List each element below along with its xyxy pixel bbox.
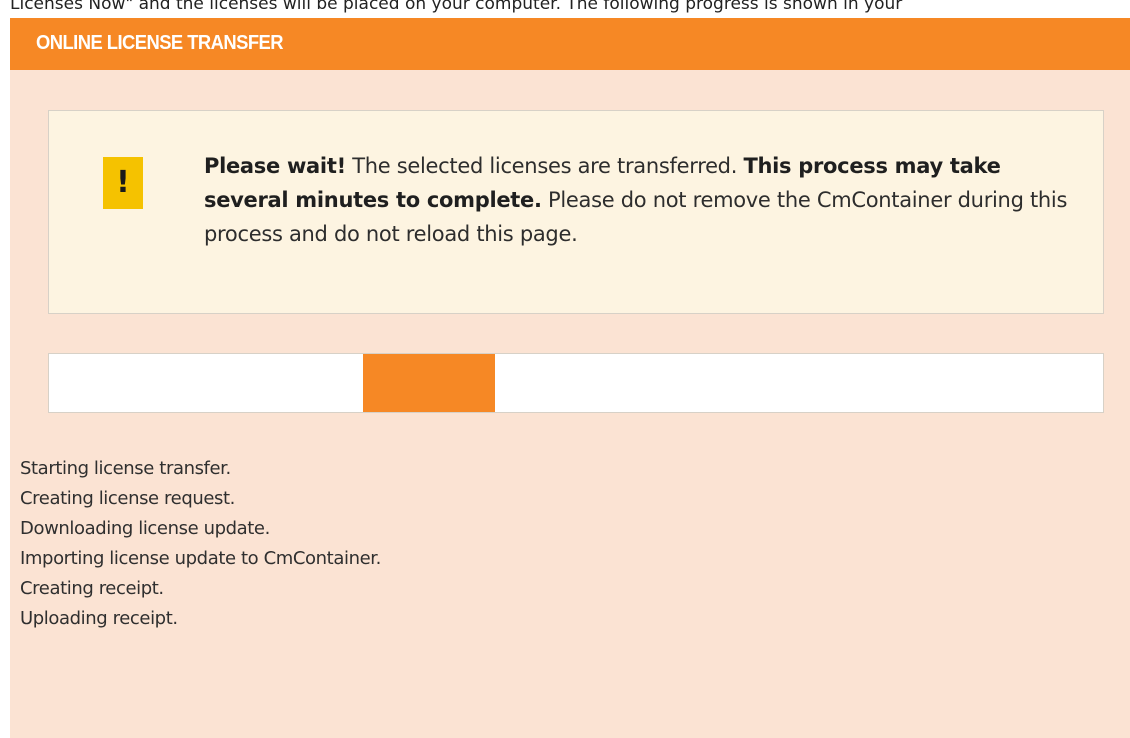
transfer-log: Starting license transfer. Creating lice… [20,454,381,634]
log-line: Importing license update to CmContainer. [20,548,381,569]
log-line: Creating receipt. [20,578,164,599]
transfer-progress-bar [48,353,1104,413]
panel-header: ONLINE LICENSE TRANSFER [10,18,1130,70]
panel-title: ONLINE LICENSE TRANSFER [36,32,284,54]
log-line: Starting license transfer. [20,458,231,479]
license-transfer-panel: ONLINE LICENSE TRANSFER ! Please wait! T… [10,18,1130,738]
log-line: Creating license request. [20,488,235,509]
notice-message: Please wait! The selected licenses are t… [204,149,1084,251]
notice-text-part-1: The selected licenses are transferred. [345,154,744,178]
intro-text: Licenses Now" and the licenses will be p… [10,0,903,14]
notice-lead: Please wait! [204,154,346,178]
log-line: Downloading license update. [20,518,270,539]
wait-notice: ! Please wait! The selected licenses are… [48,110,1104,314]
warning-icon: ! [103,157,143,209]
progress-indicator [363,354,495,412]
log-line: Uploading receipt. [20,608,178,629]
